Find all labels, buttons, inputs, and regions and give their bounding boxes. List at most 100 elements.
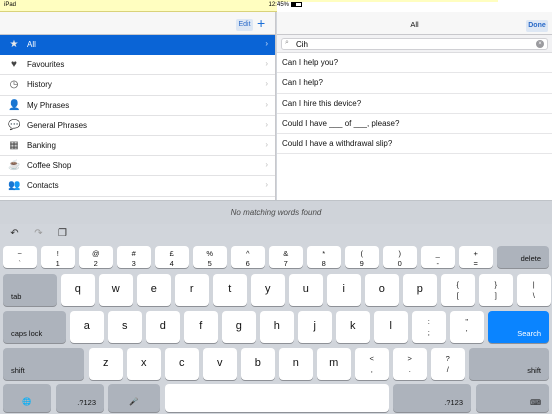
number-key[interactable]: ^ 6: [231, 246, 265, 268]
letter-key-j[interactable]: j: [298, 311, 332, 343]
letter-key-v[interactable]: v: [203, 348, 237, 380]
number-key[interactable]: £4: [155, 246, 189, 268]
category-item[interactable]: ☕ Coffee Shop ›: [0, 156, 275, 177]
letter-key-u[interactable]: u: [289, 274, 323, 306]
number-key[interactable]: ) 0: [383, 246, 417, 268]
symbol-key[interactable]: " ': [450, 311, 484, 343]
hide-keyboard-key[interactable]: ⌨: [476, 384, 549, 412]
key-label: {: [456, 280, 459, 289]
category-label: My Phrases: [27, 100, 70, 110]
symbol-key[interactable]: ? /: [431, 348, 465, 380]
phrase-item[interactable]: Can I hire this device?: [277, 94, 552, 114]
numbers-key[interactable]: .?123: [56, 384, 104, 412]
phrase-pane: All Done ⌕ × Can I help you?Can I help?C…: [277, 12, 552, 200]
phrase-item[interactable]: Can I help you?: [277, 53, 552, 74]
number-key[interactable]: * 8: [307, 246, 341, 268]
letter-key-c[interactable]: c: [165, 348, 199, 380]
letter-key-a[interactable]: a: [70, 311, 104, 343]
letter-key-p[interactable]: p: [403, 274, 437, 306]
letter-key-d[interactable]: d: [146, 311, 180, 343]
key-label: 6: [245, 259, 250, 268]
delete-key[interactable]: delete: [497, 246, 549, 268]
number-key[interactable]: ~ `: [3, 246, 37, 268]
number-key[interactable]: _ -: [421, 246, 455, 268]
number-key[interactable]: (9: [345, 246, 379, 268]
key-label: d: [159, 320, 166, 332]
letter-key-e[interactable]: e: [137, 274, 171, 306]
key-label: `: [18, 259, 22, 268]
calculator-icon: ▦: [9, 139, 19, 151]
chevron-right-icon: ›: [265, 59, 268, 69]
letter-key-l[interactable]: l: [374, 311, 408, 343]
number-key[interactable]: ! 1: [41, 246, 75, 268]
dictation-key[interactable]: 🎤: [108, 384, 160, 412]
category-item[interactable]: 👥 Contacts ›: [0, 176, 275, 197]
letter-key-k[interactable]: k: [336, 311, 370, 343]
redo-icon[interactable]: ↷: [30, 227, 47, 241]
category-item[interactable]: 👤 My Phrases ›: [0, 96, 275, 116]
phrase-item[interactable]: Could I have ___ of ___, please?: [277, 114, 552, 135]
undo-icon[interactable]: ↶: [6, 227, 23, 241]
letter-key-o[interactable]: o: [365, 274, 399, 306]
letter-key-f[interactable]: f: [184, 311, 218, 343]
category-item[interactable]: ▦ Banking ›: [0, 136, 275, 157]
key-label: <: [369, 354, 374, 363]
search-field[interactable]: ⌕ ×: [281, 38, 548, 50]
key-label: tab: [11, 292, 22, 301]
key-label: .?123: [444, 398, 463, 407]
letter-key-r[interactable]: r: [175, 274, 209, 306]
key-label: Search: [517, 329, 541, 338]
letter-key-h[interactable]: h: [260, 311, 294, 343]
number-key[interactable]: #3: [117, 246, 151, 268]
letter-key-q[interactable]: q: [61, 274, 95, 306]
number-key[interactable]: & 7: [269, 246, 303, 268]
category-item[interactable]: ◷ History ›: [0, 75, 275, 96]
status-bar: iPad 12:00 45%: [0, 0, 552, 190]
tab-key[interactable]: tab: [3, 274, 57, 306]
clear-search-icon[interactable]: ×: [536, 40, 544, 48]
paste-icon[interactable]: ❐: [54, 227, 71, 241]
letter-key-n[interactable]: n: [279, 348, 313, 380]
key-label: £: [169, 249, 174, 258]
number-key[interactable]: + =: [459, 246, 493, 268]
caps-lock-key[interactable]: caps lock: [3, 311, 66, 343]
category-item[interactable]: 💬 General Phrases ›: [0, 116, 275, 136]
category-item[interactable]: ★ All ›: [0, 35, 275, 56]
space-bar[interactable]: [165, 384, 389, 412]
category-label: History: [27, 80, 52, 90]
key-label: 2: [93, 259, 98, 268]
letter-key-x[interactable]: x: [127, 348, 161, 380]
number-key[interactable]: % 5: [193, 246, 227, 268]
symbol-key[interactable]: }]: [479, 274, 513, 306]
phrase-item[interactable]: Could I have a withdrawal slip?: [277, 134, 552, 155]
key-label: ': [466, 328, 468, 337]
letter-key-g[interactable]: g: [222, 311, 256, 343]
symbol-key[interactable]: | \: [517, 274, 551, 306]
symbol-key[interactable]: >.: [393, 348, 427, 380]
key-label: delete: [520, 254, 541, 263]
add-category-button[interactable]: +: [257, 15, 265, 31]
key-label: _: [435, 249, 440, 258]
letter-key-b[interactable]: b: [241, 348, 275, 380]
letter-key-m[interactable]: m: [317, 348, 351, 380]
category-item[interactable]: ♥ Favourites ›: [0, 55, 275, 76]
search-key[interactable]: Search: [488, 311, 549, 343]
letter-key-y[interactable]: y: [251, 274, 285, 306]
letter-key-s[interactable]: s: [108, 311, 142, 343]
numbers-key[interactable]: .?123: [393, 384, 471, 412]
symbol-key[interactable]: :;: [412, 311, 446, 343]
symbol-key[interactable]: {[: [441, 274, 475, 306]
letter-key-w[interactable]: w: [99, 274, 133, 306]
number-key[interactable]: @2: [79, 246, 113, 268]
letter-key-z[interactable]: z: [89, 348, 123, 380]
search-input[interactable]: [296, 39, 516, 49]
phrase-item[interactable]: Can I help?: [277, 73, 552, 94]
edit-button[interactable]: Edit: [236, 19, 253, 31]
symbol-key[interactable]: <,: [355, 348, 389, 380]
shift-right-key[interactable]: shift: [469, 348, 549, 380]
globe-key[interactable]: 🌐: [3, 384, 51, 412]
done-button[interactable]: Done: [526, 20, 548, 32]
letter-key-i[interactable]: i: [327, 274, 361, 306]
shift-left-key[interactable]: shift: [3, 348, 84, 380]
letter-key-t[interactable]: t: [213, 274, 247, 306]
